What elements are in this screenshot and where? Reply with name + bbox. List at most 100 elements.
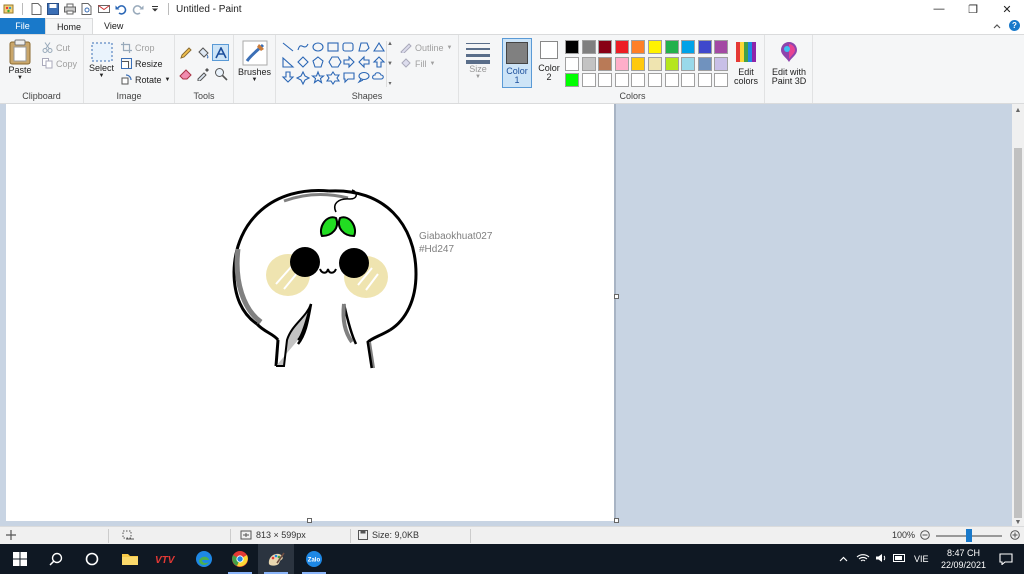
right-arrow-shape-icon[interactable] (343, 55, 355, 69)
expand-gallery-icon[interactable]: ▾ (388, 80, 391, 87)
paste-button[interactable]: Paste ▼ (8, 39, 32, 81)
eraser-icon[interactable] (179, 67, 193, 83)
palette-swatch[interactable] (664, 73, 679, 88)
oval-shape-icon[interactable] (312, 42, 324, 52)
cut-button[interactable]: Cut (42, 42, 70, 53)
chrome-taskbar-button[interactable] (222, 544, 258, 574)
palette-swatch[interactable] (714, 56, 729, 71)
six-point-star-shape-icon[interactable] (325, 71, 341, 85)
crop-button[interactable]: Crop (121, 42, 155, 53)
palette-swatch[interactable] (647, 40, 662, 54)
resize-handle-bottom[interactable] (307, 518, 312, 523)
select-button[interactable]: Select ▼ (89, 41, 114, 79)
file-explorer-taskbar-button[interactable] (112, 544, 148, 574)
shapes-scroll[interactable]: ▲ ▼ ▾ (386, 41, 393, 87)
palette-swatch[interactable] (565, 73, 579, 88)
zalo-taskbar-button[interactable]: Zalo (296, 544, 332, 574)
tab-view[interactable]: View (93, 18, 134, 34)
vertical-scrollbar[interactable]: ▲ ▼ (1012, 104, 1024, 528)
zoom-out-icon[interactable] (920, 530, 930, 540)
palette-swatch[interactable] (664, 40, 679, 54)
palette-swatch[interactable] (647, 73, 662, 88)
scrollbar-thumb[interactable] (1014, 148, 1022, 518)
restore-button[interactable]: ❐ (956, 0, 990, 18)
tab-file[interactable]: File (0, 18, 45, 34)
email-icon[interactable] (97, 2, 111, 16)
customize-toolbar-icon[interactable] (148, 2, 162, 16)
tab-home[interactable]: Home (45, 18, 94, 34)
size-button[interactable]: Size ▼ (465, 40, 491, 80)
redo-icon[interactable] (131, 2, 145, 16)
palette-swatch[interactable] (614, 40, 629, 54)
print-icon[interactable] (63, 2, 77, 16)
fill-button[interactable]: Fill ▼ (400, 58, 435, 69)
rounded-rectangle-shape-icon[interactable] (342, 42, 354, 52)
palette-swatch[interactable] (647, 56, 662, 71)
show-hidden-icons-chevron-icon[interactable] (836, 554, 850, 564)
new-file-icon[interactable] (29, 2, 43, 16)
chevron-up-icon[interactable]: ▲ (387, 41, 393, 47)
color-picker-icon[interactable] (196, 67, 210, 83)
input-language[interactable]: VIE (914, 554, 929, 564)
palette-swatch[interactable] (581, 56, 596, 71)
notifications-button[interactable] (988, 544, 1024, 574)
palette-swatch[interactable] (681, 73, 696, 88)
diamond-shape-icon[interactable] (297, 56, 309, 68)
collapse-ribbon-icon[interactable] (993, 21, 1001, 31)
rounded-callout-shape-icon[interactable] (343, 72, 355, 84)
oval-callout-shape-icon[interactable] (357, 71, 370, 84)
vtv-app-taskbar-button[interactable]: VTV (148, 544, 184, 574)
line-shape-icon[interactable] (282, 42, 294, 52)
up-arrow-shape-icon[interactable] (372, 56, 386, 68)
palette-swatch[interactable] (598, 73, 613, 88)
paint-app-icon[interactable] (2, 2, 16, 16)
palette-swatch[interactable] (614, 56, 629, 71)
palette-swatch[interactable] (614, 73, 629, 88)
drawing-canvas[interactable]: Giabaokhuat027 #Hd247 (6, 104, 614, 521)
palette-swatch[interactable] (581, 40, 596, 54)
curve-shape-icon[interactable] (297, 43, 309, 51)
scroll-up-icon[interactable]: ▲ (1012, 104, 1024, 116)
battery-icon[interactable] (890, 554, 908, 564)
edit-colors-button[interactable]: Edit colors (731, 41, 761, 86)
rotate-button[interactable]: Rotate ▼ (121, 74, 170, 85)
palette-swatch[interactable] (581, 73, 596, 88)
outline-button[interactable]: Outline ▼ (400, 42, 452, 53)
start-button[interactable] (2, 544, 38, 574)
text-tool-icon[interactable] (212, 44, 229, 61)
palette-swatch[interactable] (598, 40, 613, 54)
down-arrow-shape-icon[interactable] (281, 71, 295, 83)
rectangle-shape-icon[interactable] (327, 42, 339, 52)
pencil-icon[interactable] (179, 46, 193, 62)
close-button[interactable]: ✕ (990, 0, 1024, 18)
palette-swatch[interactable] (565, 40, 579, 54)
resize-handle-right[interactable] (614, 294, 619, 299)
save-icon[interactable] (46, 2, 60, 16)
copy-button[interactable]: Copy (42, 58, 77, 69)
brushes-button[interactable]: Brushes ▼ (238, 39, 271, 83)
zoom-slider-thumb[interactable] (966, 529, 972, 542)
palette-swatch[interactable] (565, 56, 579, 71)
paint-taskbar-button[interactable] (258, 544, 294, 574)
five-point-star-shape-icon[interactable] (310, 70, 326, 84)
palette-swatch[interactable] (631, 40, 646, 54)
palette-swatch[interactable] (598, 56, 613, 71)
right-triangle-shape-icon[interactable] (282, 56, 295, 68)
zoom-in-icon[interactable] (1010, 530, 1020, 540)
color2-button[interactable]: Color 2 (535, 41, 563, 82)
palette-swatch[interactable] (664, 56, 679, 71)
polygon-shape-icon[interactable] (358, 42, 370, 52)
palette-swatch[interactable] (714, 40, 729, 54)
fill-bucket-icon[interactable] (196, 46, 210, 62)
palette-swatch[interactable] (631, 73, 646, 88)
network-icon[interactable] (854, 553, 872, 565)
volume-icon[interactable] (872, 553, 890, 565)
color1-button[interactable]: Color 1 (502, 38, 532, 88)
palette-swatch[interactable] (631, 56, 646, 71)
clock[interactable]: 8:47 CH 22/09/2021 (941, 547, 986, 571)
search-button[interactable] (38, 544, 74, 574)
four-point-star-shape-icon[interactable] (295, 70, 311, 86)
chevron-down-icon[interactable]: ▼ (387, 61, 393, 67)
cloud-callout-shape-icon[interactable] (372, 72, 384, 80)
print-preview-icon[interactable] (80, 2, 94, 16)
